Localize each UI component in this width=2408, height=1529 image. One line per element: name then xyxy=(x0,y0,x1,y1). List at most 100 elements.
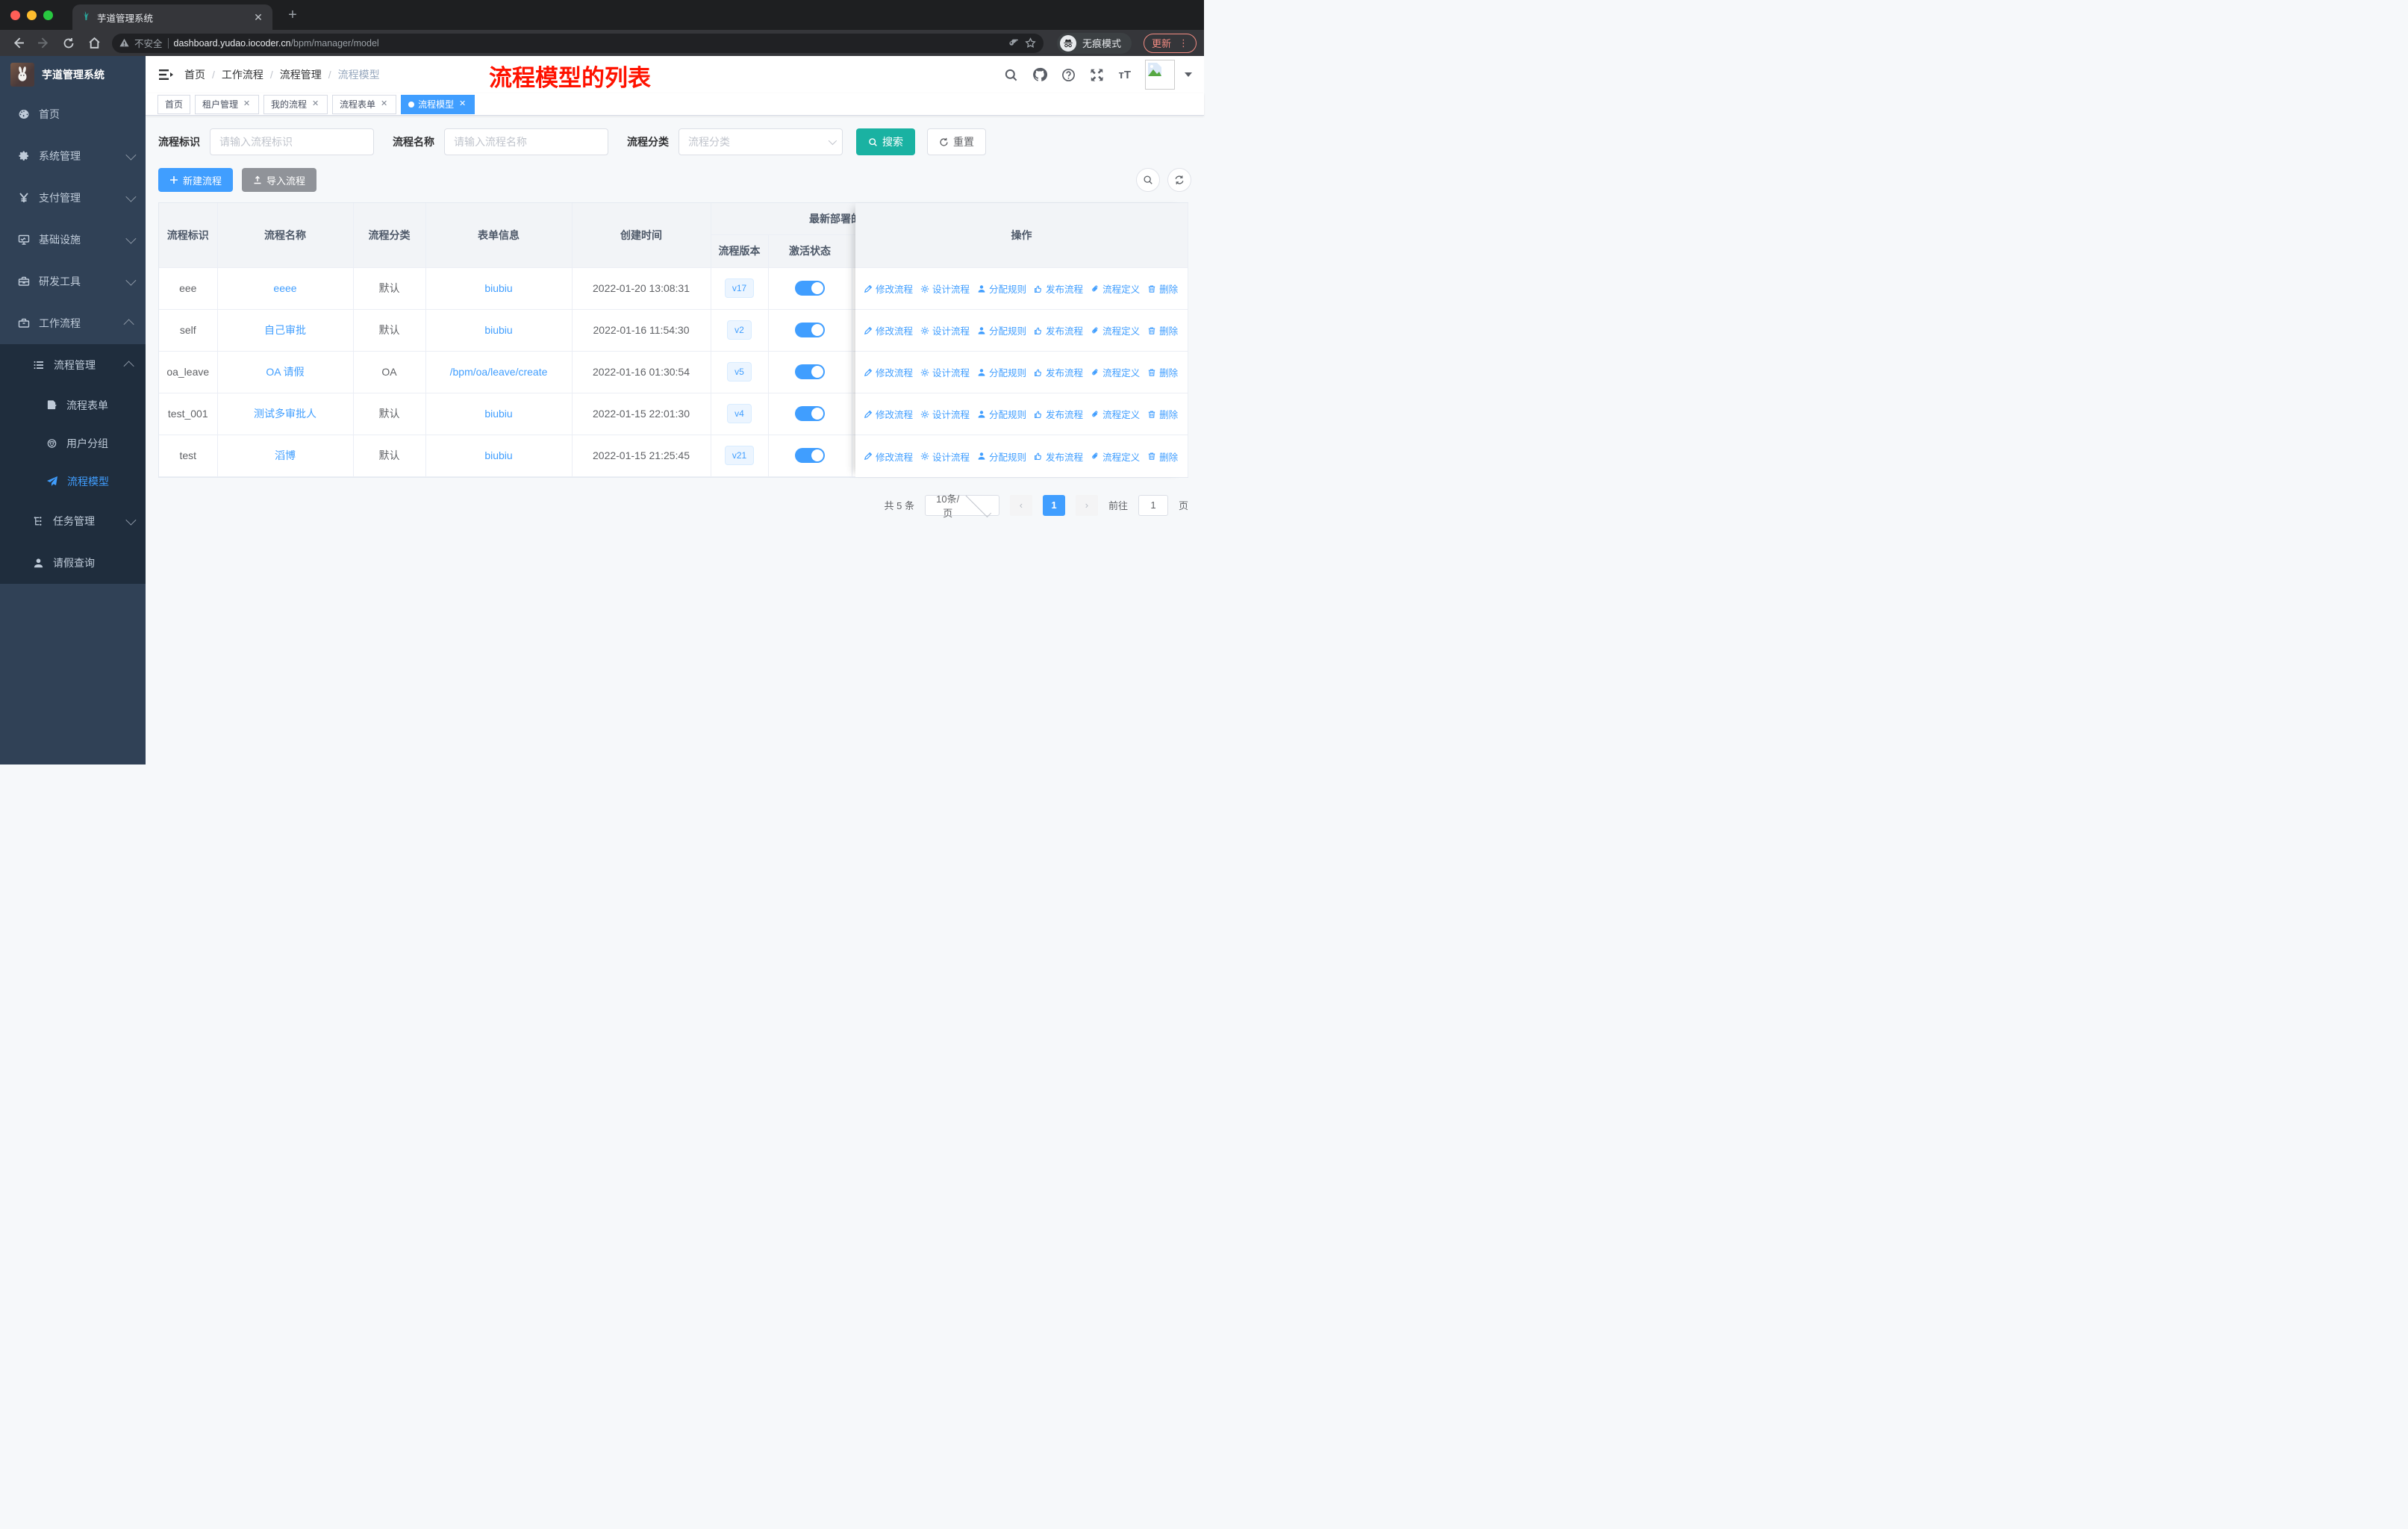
process-id-input[interactable] xyxy=(210,128,374,155)
publish-process-link[interactable]: 发布流程 xyxy=(1034,281,1083,296)
process-name-link[interactable]: eeee xyxy=(273,282,296,294)
active-toggle[interactable] xyxy=(795,406,825,421)
process-name-link[interactable]: OA 请假 xyxy=(266,366,304,378)
process-definition-link[interactable]: 流程定义 xyxy=(1091,449,1140,464)
process-definition-link[interactable]: 流程定义 xyxy=(1091,323,1140,337)
header-search-icon[interactable] xyxy=(1004,68,1018,82)
search-button[interactable]: 搜索 xyxy=(856,128,915,155)
breadcrumb-home[interactable]: 首页 xyxy=(184,67,205,82)
browser-tab[interactable]: 芋道管理系统 ✕ xyxy=(72,4,272,30)
active-toggle[interactable] xyxy=(795,281,825,296)
form-info-link[interactable]: biubiu xyxy=(484,449,512,461)
sidebar-item-task-mgmt[interactable]: 任务管理 xyxy=(0,500,146,542)
close-icon[interactable]: ✕ xyxy=(458,99,467,109)
process-definition-link[interactable]: 流程定义 xyxy=(1091,281,1140,296)
publish-process-link[interactable]: 发布流程 xyxy=(1034,449,1083,464)
design-process-link[interactable]: 设计流程 xyxy=(920,449,970,464)
avatar[interactable] xyxy=(1145,60,1175,90)
sidebar-item-user-group[interactable]: 用户分组 xyxy=(0,424,146,462)
sidebar-item-leave-query[interactable]: 请假查询 xyxy=(0,542,146,584)
tag-tenant[interactable]: 租户管理 ✕ xyxy=(195,94,260,114)
breadcrumb-workflow[interactable]: 工作流程 xyxy=(222,67,263,82)
github-icon[interactable] xyxy=(1032,67,1048,82)
next-page-button[interactable]: › xyxy=(1075,494,1098,516)
assign-rule-link[interactable]: 分配规则 xyxy=(977,281,1026,296)
form-info-link[interactable]: biubiu xyxy=(484,282,512,294)
delete-process-link[interactable]: 删除 xyxy=(1147,323,1178,337)
zoom-window-button[interactable] xyxy=(43,10,53,20)
page-size-select[interactable]: 10条/页 xyxy=(924,491,999,519)
tag-home[interactable]: 首页 xyxy=(157,94,191,114)
avatar-caret-icon[interactable] xyxy=(1185,72,1192,77)
reset-button[interactable]: 重置 xyxy=(927,128,986,155)
design-process-link[interactable]: 设计流程 xyxy=(920,365,970,379)
bookmark-star-icon[interactable] xyxy=(1025,37,1036,49)
close-icon[interactable]: ✕ xyxy=(242,99,252,109)
tag-process-model[interactable]: 流程模型 ✕ xyxy=(401,94,475,114)
assign-rule-link[interactable]: 分配规则 xyxy=(977,323,1026,337)
active-toggle[interactable] xyxy=(795,364,825,379)
publish-process-link[interactable]: 发布流程 xyxy=(1034,407,1083,421)
home-icon[interactable] xyxy=(84,33,105,54)
sidebar-item-infra[interactable]: 基础设施 xyxy=(0,219,146,261)
form-info-link[interactable]: biubiu xyxy=(484,324,512,336)
form-info-link[interactable]: /bpm/oa/leave/create xyxy=(450,366,548,378)
process-name-link[interactable]: 自己审批 xyxy=(264,324,306,336)
back-icon[interactable] xyxy=(7,33,28,54)
toggle-search-button[interactable] xyxy=(1136,168,1160,192)
delete-process-link[interactable]: 删除 xyxy=(1147,449,1178,464)
process-name-input[interactable] xyxy=(444,128,608,155)
delete-process-link[interactable]: 删除 xyxy=(1147,365,1178,379)
app-logo[interactable]: 芋道管理系统 xyxy=(0,56,146,93)
process-definition-link[interactable]: 流程定义 xyxy=(1091,365,1140,379)
assign-rule-link[interactable]: 分配规则 xyxy=(977,365,1026,379)
font-size-icon[interactable]: ᴛT xyxy=(1118,69,1131,81)
delete-process-link[interactable]: 删除 xyxy=(1147,281,1178,296)
help-icon[interactable] xyxy=(1061,68,1076,82)
tab-close-icon[interactable]: ✕ xyxy=(252,10,265,24)
forward-icon[interactable] xyxy=(33,33,54,54)
edit-process-link[interactable]: 修改流程 xyxy=(864,449,913,464)
assign-rule-link[interactable]: 分配规则 xyxy=(977,449,1026,464)
password-key-icon[interactable] xyxy=(1008,37,1020,49)
breadcrumb-process-mgmt[interactable]: 流程管理 xyxy=(280,67,322,82)
goto-page-input[interactable] xyxy=(1138,494,1168,516)
publish-process-link[interactable]: 发布流程 xyxy=(1034,365,1083,379)
edit-process-link[interactable]: 修改流程 xyxy=(864,281,913,296)
publish-process-link[interactable]: 发布流程 xyxy=(1034,323,1083,337)
close-window-button[interactable] xyxy=(10,10,20,20)
incognito-badge[interactable]: 无痕模式 xyxy=(1056,32,1132,54)
sidebar-item-workflow[interactable]: 工作流程 xyxy=(0,302,146,344)
sidebar-item-devtools[interactable]: 研发工具 xyxy=(0,261,146,302)
sidebar-item-process-form[interactable]: 流程表单 xyxy=(0,386,146,424)
edit-process-link[interactable]: 修改流程 xyxy=(864,323,913,337)
edit-process-link[interactable]: 修改流程 xyxy=(864,365,913,379)
page-number-button[interactable]: 1 xyxy=(1042,494,1065,516)
reload-icon[interactable] xyxy=(58,33,79,54)
design-process-link[interactable]: 设计流程 xyxy=(920,281,970,296)
sidebar-item-home[interactable]: 首页 xyxy=(0,93,146,135)
browser-update-button[interactable]: 更新 ⋮ xyxy=(1143,33,1197,53)
design-process-link[interactable]: 设计流程 xyxy=(920,407,970,421)
sidebar-item-process-model[interactable]: 流程模型 xyxy=(0,462,146,500)
delete-process-link[interactable]: 删除 xyxy=(1147,407,1178,421)
design-process-link[interactable]: 设计流程 xyxy=(920,323,970,337)
tag-my-process[interactable]: 我的流程 ✕ xyxy=(263,94,328,114)
tag-process-form[interactable]: 流程表单 ✕ xyxy=(332,94,397,114)
collapse-sidebar-icon[interactable] xyxy=(157,66,174,83)
process-name-link[interactable]: 测试多审批人 xyxy=(254,408,316,420)
active-toggle[interactable] xyxy=(795,448,825,463)
refresh-table-button[interactable] xyxy=(1167,168,1191,192)
sidebar-item-process-mgmt[interactable]: 流程管理 xyxy=(0,344,146,386)
close-icon[interactable]: ✕ xyxy=(379,99,389,109)
sidebar-item-system[interactable]: 系统管理 xyxy=(0,135,146,177)
process-definition-link[interactable]: 流程定义 xyxy=(1091,407,1140,421)
address-bar[interactable]: 不安全 dashboard.yudao.iocoder.cn/bpm/manag… xyxy=(112,33,1044,53)
sidebar-item-payment[interactable]: 支付管理 xyxy=(0,177,146,219)
create-process-button[interactable]: 新建流程 xyxy=(158,168,234,192)
process-name-link[interactable]: 滔博 xyxy=(275,449,296,461)
assign-rule-link[interactable]: 分配规则 xyxy=(977,407,1026,421)
fullscreen-icon[interactable] xyxy=(1090,68,1104,82)
active-toggle[interactable] xyxy=(795,323,825,337)
category-select[interactable]: 流程分类 xyxy=(679,128,843,155)
